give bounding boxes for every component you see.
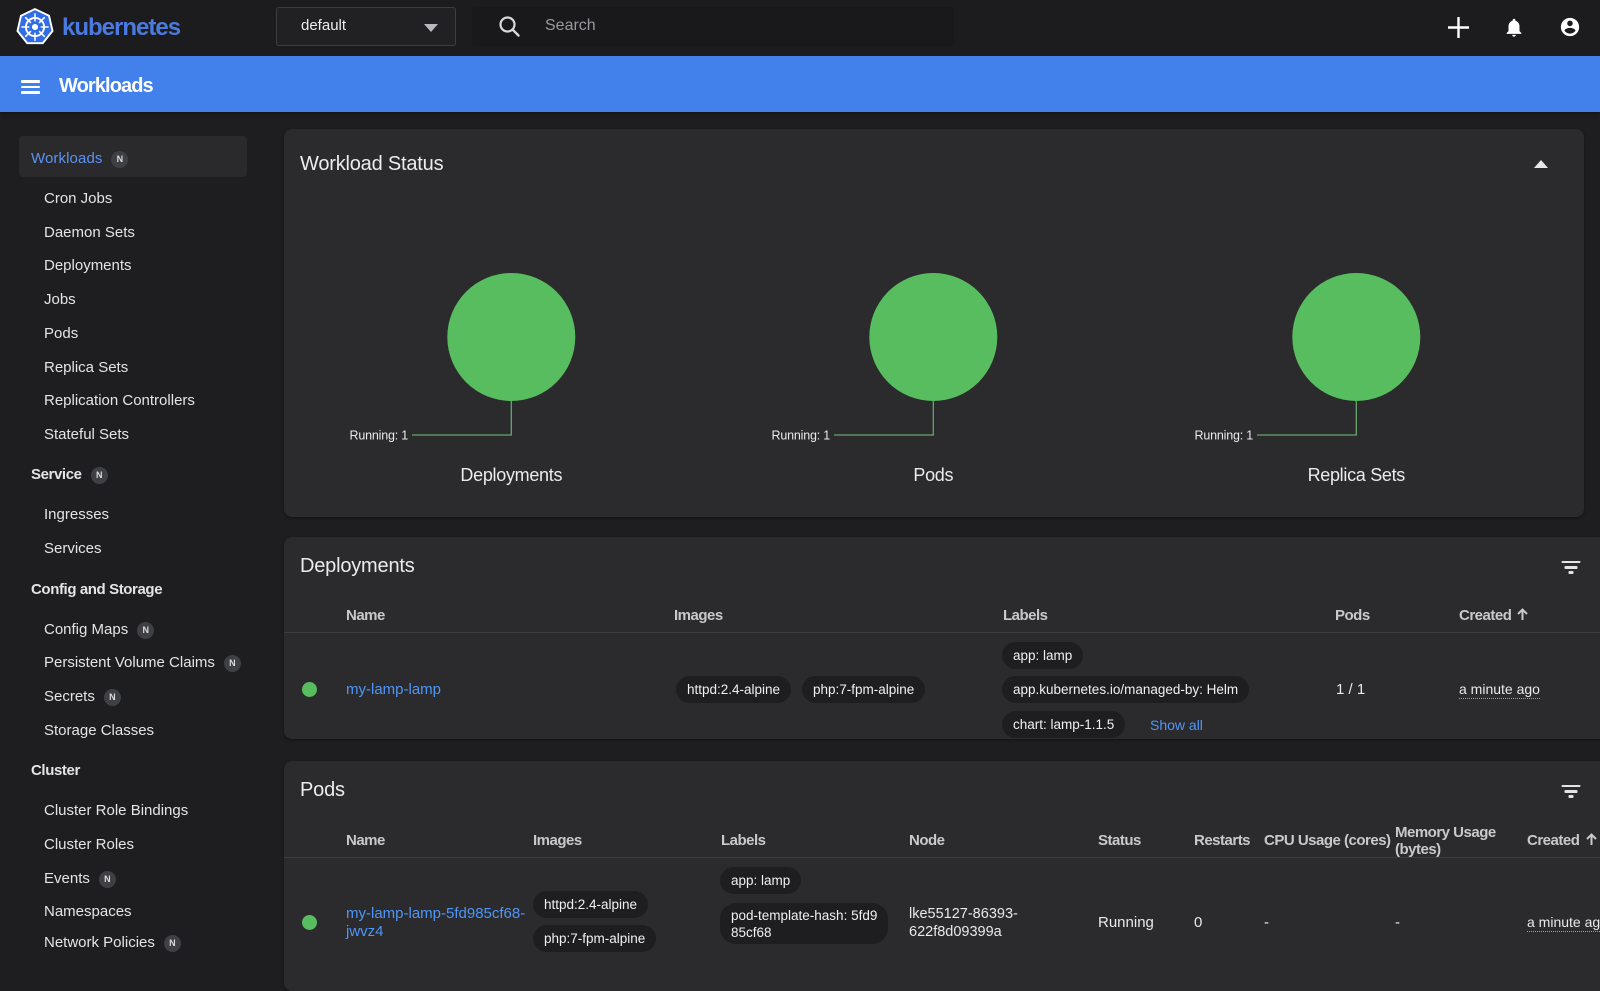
svg-text:Pods: Pods bbox=[913, 465, 953, 485]
svg-text:Running: 1: Running: 1 bbox=[772, 429, 831, 443]
svg-text:Deployments: Deployments bbox=[460, 465, 562, 485]
svg-text:Running: 1: Running: 1 bbox=[1195, 429, 1254, 443]
svg-text:Running: 1: Running: 1 bbox=[350, 429, 409, 443]
svg-text:Replica Sets: Replica Sets bbox=[1308, 465, 1406, 485]
